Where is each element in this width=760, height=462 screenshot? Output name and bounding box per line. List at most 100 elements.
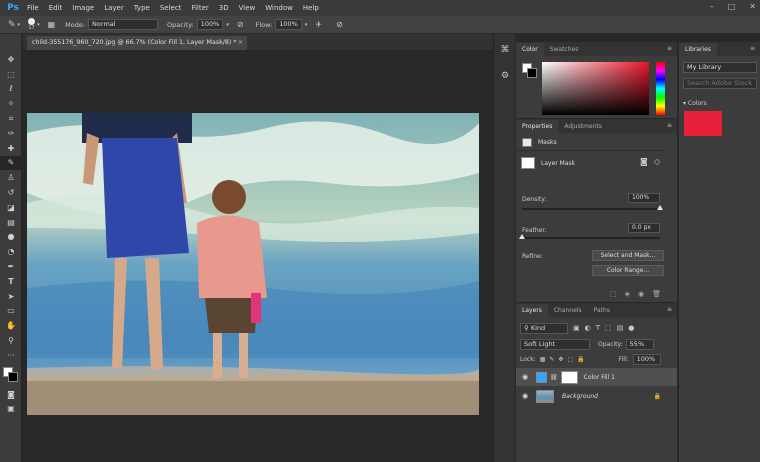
crop-tool-icon[interactable]: ⌗ <box>0 111 22 126</box>
filter-toggle-icon[interactable]: ● <box>628 324 634 332</box>
close-window-icon[interactable]: ✕ <box>749 2 756 11</box>
library-color-swatch[interactable] <box>684 111 722 136</box>
eraser-tool-icon[interactable]: ◪ <box>0 200 22 215</box>
menu-3d[interactable]: 3D <box>214 4 234 12</box>
brush-preset-picker[interactable]: 17 <box>28 18 36 31</box>
tab-adjustments[interactable]: Adjustments <box>558 120 608 133</box>
color-range-button[interactable]: Color Range... <box>592 265 664 276</box>
dropdown-arrow-icon[interactable]: ▾ <box>305 22 308 28</box>
lock-all-icon[interactable]: 🔒 <box>577 356 584 363</box>
airbrush-icon[interactable]: ✈ <box>315 20 322 29</box>
layer-mask-thumbnail[interactable] <box>560 370 578 384</box>
color-picker-field[interactable] <box>542 62 649 115</box>
gradient-tool-icon[interactable]: ▤ <box>0 215 22 230</box>
feather-field[interactable]: 0.0 px <box>628 223 660 233</box>
mode-select[interactable]: Normal <box>88 19 159 30</box>
tab-paths[interactable]: Paths <box>588 304 616 317</box>
more-tools-icon[interactable]: ··· <box>0 348 22 363</box>
stock-search-input[interactable]: Search Adobe Stock <box>683 78 757 89</box>
lasso-tool-icon[interactable]: ℓ <box>0 82 22 97</box>
apply-mask-icon[interactable]: ◈ <box>625 290 630 298</box>
density-slider-knob[interactable] <box>657 205 663 210</box>
clone-stamp-tool-icon[interactable]: ♙ <box>0 170 22 185</box>
eyedropper-tool-icon[interactable]: ✑ <box>0 126 22 141</box>
background-color-swatch[interactable] <box>527 68 537 78</box>
pressure-size-icon[interactable]: ⊘ <box>336 20 343 29</box>
hue-slider[interactable] <box>656 62 665 115</box>
pressure-opacity-icon[interactable]: ⊘ <box>237 20 244 29</box>
opacity-field[interactable]: 100% <box>196 19 224 30</box>
properties-panel-icon[interactable]: ⚙ <box>494 66 516 86</box>
minimize-icon[interactable]: – <box>710 2 714 11</box>
visibility-icon[interactable]: ◉ <box>638 290 644 298</box>
select-and-mask-button[interactable]: Select and Mask... <box>592 250 664 261</box>
filter-smart-icon[interactable]: ▤ <box>617 324 624 332</box>
density-slider[interactable] <box>522 208 660 210</box>
maximize-icon[interactable]: □ <box>728 2 736 11</box>
menu-window[interactable]: Window <box>260 4 298 12</box>
document-tab[interactable]: child-355176_960_720.jpg @ 66.7% (Color … <box>27 36 247 50</box>
brush-tool-icon[interactable]: ✎ <box>8 20 16 30</box>
library-select[interactable]: My Library <box>683 62 757 73</box>
history-panel-icon[interactable]: ⌘ <box>494 40 516 60</box>
marquee-tool-icon[interactable]: ⬚ <box>0 67 22 82</box>
menu-filter[interactable]: Filter <box>186 4 213 12</box>
hand-tool-icon[interactable]: ✋ <box>0 318 22 333</box>
lock-transparent-icon[interactable]: ▦ <box>540 356 546 363</box>
layer-kind-filter[interactable]: ⚲ Kind <box>520 322 568 334</box>
menu-layer[interactable]: Layer <box>99 4 129 12</box>
layer-row-color-fill[interactable]: ◉ ⛓ Color Fill 1 <box>516 368 677 386</box>
tab-channels[interactable]: Channels <box>548 304 588 317</box>
brush-panel-icon[interactable]: ▦ <box>48 20 56 29</box>
history-brush-tool-icon[interactable]: ↺ <box>0 185 22 200</box>
rectangle-tool-icon[interactable]: ▭ <box>0 304 22 319</box>
blend-mode-select[interactable]: Soft Light <box>520 338 590 350</box>
dodge-tool-icon[interactable]: ◔ <box>0 244 22 259</box>
menu-type[interactable]: Type <box>129 4 155 12</box>
blur-tool-icon[interactable]: ● <box>0 230 22 245</box>
menu-file[interactable]: File <box>22 4 44 12</box>
background-color-swatch[interactable] <box>8 371 18 382</box>
menu-help[interactable]: Help <box>298 4 324 12</box>
chain-link-icon[interactable]: ⛓ <box>550 374 558 381</box>
delete-mask-icon[interactable]: 🗑 <box>652 290 661 298</box>
dropdown-arrow-icon[interactable]: ▾ <box>226 22 229 28</box>
flow-field[interactable]: 100% <box>275 19 302 30</box>
brush-tool-icon[interactable]: ✎ <box>0 155 22 171</box>
filter-adjustment-icon[interactable]: ◐ <box>585 324 591 332</box>
lock-artboard-icon[interactable]: ⬚ <box>567 356 573 363</box>
load-selection-icon[interactable]: ⬚ <box>610 290 617 298</box>
density-field[interactable]: 100% <box>628 193 660 203</box>
lock-position-icon[interactable]: ✥ <box>558 356 563 363</box>
document-canvas-image[interactable] <box>27 113 479 415</box>
color-swatches[interactable] <box>0 363 22 387</box>
panel-menu-icon[interactable]: ≡ <box>667 306 672 313</box>
panel-menu-icon[interactable]: ≡ <box>750 45 755 52</box>
filter-shape-icon[interactable]: ⬚ <box>605 324 612 332</box>
fill-field[interactable]: 100% <box>632 353 661 365</box>
feather-slider-knob[interactable] <box>519 234 525 239</box>
quick-select-tool-icon[interactable]: ✧ <box>0 96 22 111</box>
layer-row-background[interactable]: ◉ Background 🔒 <box>516 387 677 405</box>
vector-mask-icon[interactable]: ◇ <box>654 157 660 166</box>
menu-image[interactable]: Image <box>67 4 99 12</box>
panel-menu-icon[interactable]: ≡ <box>667 45 672 52</box>
layer-opacity-field[interactable]: 55% <box>625 338 654 350</box>
filter-type-icon[interactable]: T <box>596 324 600 332</box>
screen-mode-icon[interactable]: ▣ <box>0 402 22 417</box>
menu-edit[interactable]: Edit <box>44 4 68 12</box>
pen-tool-icon[interactable]: ✒ <box>0 259 22 274</box>
close-tab-icon[interactable]: × <box>238 36 243 50</box>
feather-slider[interactable] <box>522 237 660 239</box>
quick-mask-icon[interactable]: ◙ <box>0 387 22 402</box>
zoom-tool-icon[interactable]: ⚲ <box>0 333 22 348</box>
move-tool-icon[interactable]: ✥ <box>0 52 22 67</box>
tab-swatches[interactable]: Swatches <box>544 43 585 56</box>
panel-menu-icon[interactable]: ≡ <box>667 122 672 129</box>
healing-brush-tool-icon[interactable]: ✚ <box>0 141 22 156</box>
tab-properties[interactable]: Properties <box>516 120 559 133</box>
menu-view[interactable]: View <box>234 4 261 12</box>
visibility-eye-icon[interactable]: ◉ <box>516 373 534 381</box>
tab-layers[interactable]: Layers <box>516 304 548 317</box>
path-select-tool-icon[interactable]: ➤ <box>0 289 22 304</box>
